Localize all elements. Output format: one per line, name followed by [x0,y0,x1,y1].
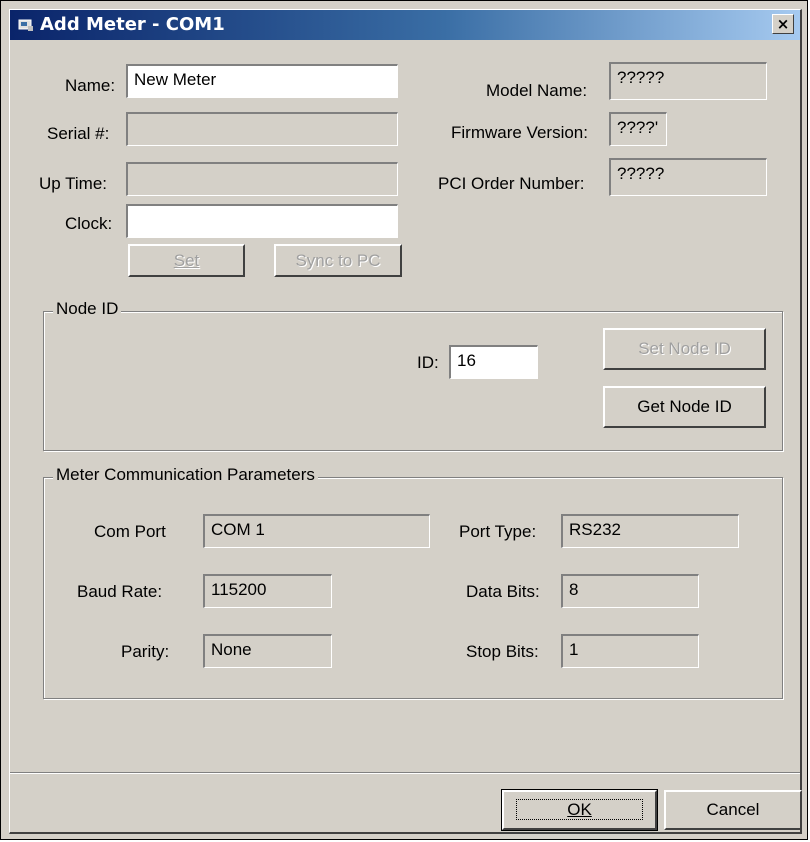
title-bar[interactable]: Add Meter - COM1 × [10,10,800,40]
firmware-field: ????' [609,112,667,146]
get-node-id-button[interactable]: Get Node ID [603,386,766,428]
baud-rate-label: Baud Rate: [77,582,163,601]
firmware-label: Firmware Version: [451,123,588,142]
meter-app-icon [18,19,33,31]
get-node-id-label: Get Node ID [637,397,732,416]
port-type-label: Port Type: [459,522,537,541]
node-id-label: ID: [417,353,439,372]
node-id-input[interactable]: 16 [449,345,538,379]
sync-to-pc-label: Sync to PC [295,251,381,270]
stop-bits-label: Stop Bits: [466,642,539,661]
data-bits-label: Data Bits: [466,582,540,601]
serial-field [126,112,398,146]
set-node-id-button[interactable]: Set Node ID [603,328,766,370]
pci-order-label: PCI Order Number: [438,174,585,193]
stop-bits-field: 1 [561,634,699,668]
parity-field: None [203,634,332,668]
name-label: Name: [65,76,116,95]
model-label: Model Name: [486,81,588,100]
model-field: ????? [609,62,767,100]
close-icon: × [776,15,790,33]
window-title: Add Meter - COM1 [40,14,225,35]
baud-rate-field: 115200 [203,574,332,608]
uptime-field [126,162,398,196]
set-node-id-label: Set Node ID [638,339,731,358]
add-meter-dialog: Add Meter - COM1 × Name: New Meter Seria… [0,0,808,840]
com-port-field: COM 1 [203,514,430,548]
ok-label: OK [516,799,643,820]
data-bits-field: 8 [561,574,699,608]
cancel-label: Cancel [706,800,760,819]
comm-params-group-title: Meter Communication Parameters [53,465,318,485]
com-port-label: Com Port [94,522,166,541]
clock-label: Clock: [65,214,113,233]
set-clock-label: Set [173,251,200,270]
name-input[interactable]: New Meter [126,64,398,98]
cancel-button[interactable]: Cancel [664,790,802,830]
set-clock-button[interactable]: Set [128,244,245,277]
footer-separator [10,772,800,774]
parity-label: Parity: [121,642,170,661]
uptime-label: Up Time: [39,174,108,193]
port-type-field: RS232 [561,514,739,548]
node-id-group-title: Node ID [53,299,122,319]
ok-button[interactable]: OK [501,789,658,831]
clock-input[interactable] [126,204,398,238]
pci-order-field: ????? [609,158,767,196]
sync-to-pc-button[interactable]: Sync to PC [274,244,402,277]
serial-label: Serial #: [47,124,110,143]
close-button[interactable]: × [772,14,794,34]
